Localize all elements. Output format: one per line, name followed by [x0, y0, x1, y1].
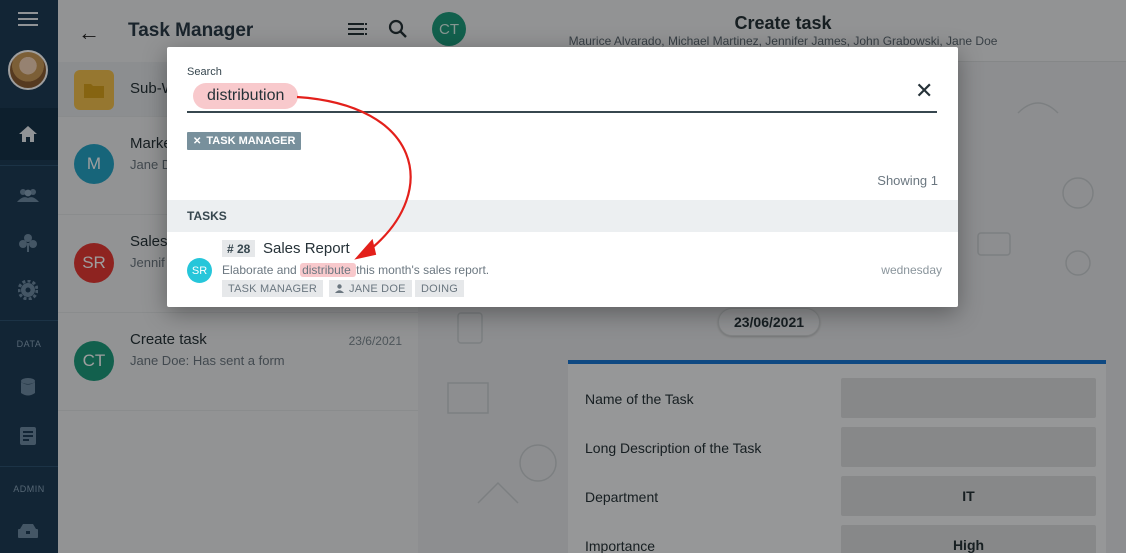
filter-chip-label: TASK MANAGER — [206, 135, 296, 147]
remove-chip-icon[interactable]: ✕ — [193, 136, 201, 147]
results-section-header: TASKS — [167, 200, 958, 232]
tag: DOING — [415, 280, 465, 297]
close-icon[interactable]: ✕ — [915, 78, 933, 104]
person-icon — [335, 284, 344, 293]
desc-highlight: distribute — [300, 263, 357, 277]
search-dialog: Search distribution ✕ ✕ TASK MANAGER Sho… — [167, 47, 958, 307]
tag: TASK MANAGER — [222, 280, 323, 297]
desc-text: Elaborate and — [222, 263, 301, 277]
search-label: Search — [187, 66, 222, 78]
search-result[interactable]: SR # 28 Sales Report Elaborate and distr… — [167, 234, 958, 300]
avatar: SR — [187, 258, 212, 283]
task-number: # 28 — [222, 240, 256, 257]
search-input[interactable]: distribution — [187, 83, 937, 113]
result-day: wednesday — [881, 263, 942, 277]
desc-text: this month's sales report. — [356, 263, 490, 277]
tag: JANE DOE — [329, 280, 412, 297]
result-title: Sales Report — [263, 240, 350, 257]
tag-label: JANE DOE — [349, 282, 406, 295]
section-title: TASKS — [187, 209, 227, 223]
results-count: Showing 1 — [877, 173, 938, 188]
search-value[interactable]: distribution — [193, 83, 299, 109]
result-description: Elaborate and distribute this month's sa… — [222, 263, 489, 277]
filter-chip[interactable]: ✕ TASK MANAGER — [187, 132, 302, 150]
